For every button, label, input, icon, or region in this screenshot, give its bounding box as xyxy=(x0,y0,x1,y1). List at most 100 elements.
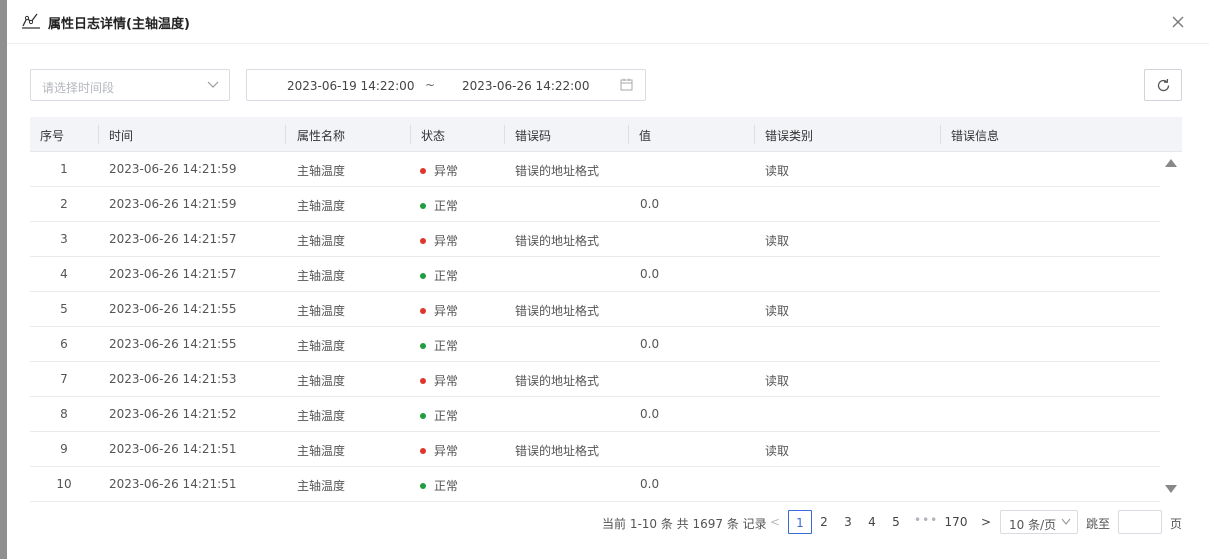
row-time: 2023-06-26 14:21:53 xyxy=(109,372,237,386)
table-row: 6 2023-06-26 14:21:55 主轴温度 正常 0.0 xyxy=(30,327,1160,362)
pagination-ellipsis[interactable]: ••• xyxy=(914,513,938,527)
row-index: 7 xyxy=(60,372,68,386)
pagination-page-3[interactable]: 3 xyxy=(840,510,856,534)
status-label: 正常 xyxy=(434,199,459,213)
property-log-dialog: 属性日志详情(主轴温度) 请选择时间段 2023-06-19 14:22:00 … xyxy=(7,0,1209,559)
status-dot-icon xyxy=(420,238,426,244)
pagination-next-button[interactable]: > xyxy=(981,515,991,529)
chevron-down-icon xyxy=(1061,518,1071,525)
jump-to-page-input[interactable] xyxy=(1118,510,1162,534)
row-error-type: 读取 xyxy=(765,304,790,318)
page-size-select[interactable]: 10 条/页 xyxy=(1000,510,1078,534)
table-body: 1 2023-06-26 14:21:59 主轴温度 异常 错误的地址格式 读取 2 2023… xyxy=(30,152,1160,502)
row-property-name: 主轴温度 xyxy=(297,479,346,493)
status-label: 异常 xyxy=(434,164,459,178)
row-status: 正常 xyxy=(420,407,458,424)
status-label: 正常 xyxy=(434,479,459,493)
row-time: 2023-06-26 14:21:55 xyxy=(109,337,237,351)
row-property-name: 主轴温度 xyxy=(297,444,346,458)
column-header-value: 值 xyxy=(639,129,652,143)
scroll-up-arrow-icon[interactable] xyxy=(1164,158,1178,168)
row-time: 2023-06-26 14:21:51 xyxy=(109,477,237,491)
row-status: 异常 xyxy=(420,372,458,389)
row-time: 2023-06-26 14:21:55 xyxy=(109,302,237,316)
table-row: 7 2023-06-26 14:21:53 主轴温度 异常 错误的地址格式 读取 xyxy=(30,362,1160,397)
table-scrollbar[interactable] xyxy=(1160,152,1182,502)
row-time: 2023-06-26 14:21:57 xyxy=(109,232,237,246)
row-status: 正常 xyxy=(420,477,458,494)
row-status: 正常 xyxy=(420,337,458,354)
row-index: 2 xyxy=(60,197,68,211)
status-dot-icon xyxy=(420,168,426,174)
table-row: 2 2023-06-26 14:21:59 主轴温度 正常 0.0 xyxy=(30,187,1160,222)
row-error-code: 错误的地址格式 xyxy=(515,234,600,248)
pagination-page-1[interactable]: 1 xyxy=(788,510,812,534)
status-dot-icon xyxy=(420,273,426,279)
row-status: 正常 xyxy=(420,267,458,284)
row-index: 10 xyxy=(56,477,72,491)
row-index: 8 xyxy=(60,407,68,421)
row-property-name: 主轴温度 xyxy=(297,164,346,178)
row-index: 1 xyxy=(60,162,68,176)
row-property-name: 主轴温度 xyxy=(297,409,346,423)
pagination-page-5[interactable]: 5 xyxy=(888,510,904,534)
column-header-time: 时间 xyxy=(109,129,134,143)
jump-to-label: 跳至 xyxy=(1086,517,1111,531)
row-property-name: 主轴温度 xyxy=(297,304,346,318)
range-end-date[interactable]: 2023-06-26 14:22:00 xyxy=(462,79,589,93)
row-status: 异常 xyxy=(420,232,458,249)
status-label: 异常 xyxy=(434,304,459,318)
column-divider xyxy=(628,125,629,144)
date-range-picker[interactable]: 2023-06-19 14:22:00 ~ 2023-06-26 14:22:0… xyxy=(246,69,646,101)
chevron-down-icon xyxy=(207,81,219,88)
pagination-page-2[interactable]: 2 xyxy=(816,510,832,534)
column-header-index: 序号 xyxy=(40,129,65,143)
table-row: 4 2023-06-26 14:21:57 主轴温度 正常 0.0 xyxy=(30,257,1160,292)
column-divider xyxy=(940,125,941,144)
period-select[interactable]: 请选择时间段 xyxy=(30,69,230,101)
table-header: 序号 时间 属性名称 状态 错误码 值 错误类别 错误信息 xyxy=(30,117,1182,152)
status-label: 异常 xyxy=(434,374,459,388)
page-size-label: 10 条/页 xyxy=(1009,518,1057,532)
row-error-type: 读取 xyxy=(765,374,790,388)
row-time: 2023-06-26 14:21:52 xyxy=(109,407,237,421)
column-divider xyxy=(410,125,411,144)
range-separator: ~ xyxy=(425,78,436,92)
row-property-name: 主轴温度 xyxy=(297,339,346,353)
status-label: 异常 xyxy=(434,234,459,248)
column-divider xyxy=(98,125,99,144)
close-icon[interactable] xyxy=(1170,14,1186,30)
calendar-icon xyxy=(620,78,633,91)
row-time: 2023-06-26 14:21:59 xyxy=(109,162,237,176)
pagination-page-last[interactable]: 170 xyxy=(942,510,970,534)
pagination: 当前 1-10 条 共 1697 条 记录 < 1 2 3 4 5 ••• 17… xyxy=(7,510,1209,534)
column-divider xyxy=(285,125,286,144)
column-header-error-message: 错误信息 xyxy=(951,129,1000,143)
range-start-date[interactable]: 2023-06-19 14:22:00 xyxy=(287,79,414,93)
status-label: 正常 xyxy=(434,269,459,283)
column-header-error-type: 错误类别 xyxy=(765,129,814,143)
pagination-page-4[interactable]: 4 xyxy=(864,510,880,534)
status-label: 正常 xyxy=(434,409,459,423)
row-index: 9 xyxy=(60,442,68,456)
table-row: 3 2023-06-26 14:21:57 主轴温度 异常 错误的地址格式 读取 xyxy=(30,222,1160,257)
status-dot-icon xyxy=(420,343,426,349)
column-header-error-code: 错误码 xyxy=(515,129,552,143)
status-dot-icon xyxy=(420,448,426,454)
table-row: 5 2023-06-26 14:21:55 主轴温度 异常 错误的地址格式 读取 xyxy=(30,292,1160,327)
status-label: 正常 xyxy=(434,339,459,353)
row-error-code: 错误的地址格式 xyxy=(515,304,600,318)
pagination-prev-button[interactable]: < xyxy=(770,515,780,529)
row-index: 5 xyxy=(60,302,68,316)
dialog-header: 属性日志详情(主轴温度) xyxy=(7,0,1209,44)
row-index: 3 xyxy=(60,232,68,246)
status-dot-icon xyxy=(420,483,426,489)
row-error-code: 错误的地址格式 xyxy=(515,164,600,178)
row-error-type: 读取 xyxy=(765,444,790,458)
row-status: 异常 xyxy=(420,162,458,179)
refresh-button[interactable] xyxy=(1144,69,1182,101)
refresh-icon xyxy=(1157,78,1170,92)
row-status: 异常 xyxy=(420,302,458,319)
scroll-down-arrow-icon[interactable] xyxy=(1164,484,1178,494)
jump-to-suffix: 页 xyxy=(1170,517,1183,531)
